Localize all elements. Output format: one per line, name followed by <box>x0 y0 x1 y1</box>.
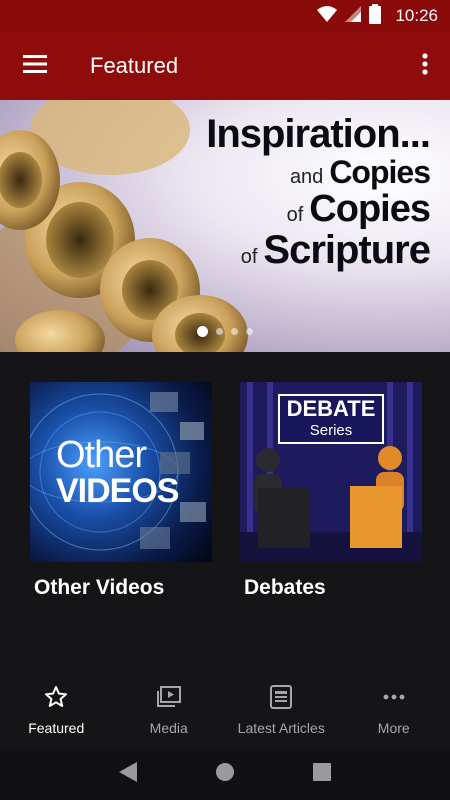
category-grid: Other VIDEOS Other Videos DEBATE Series … <box>30 382 430 600</box>
home-circle-icon <box>215 762 235 787</box>
star-icon <box>44 685 68 714</box>
other-videos-art-line2: VIDEOS <box>56 472 179 510</box>
card-label: Debates <box>244 576 326 599</box>
recents-square-icon <box>312 762 331 786</box>
carousel-dot[interactable] <box>216 328 223 335</box>
carousel-dot[interactable] <box>246 328 253 335</box>
cell-signal-icon <box>345 5 362 27</box>
carousel-indicator <box>0 326 450 337</box>
articles-icon <box>270 684 293 714</box>
nav-label: Latest Articles <box>237 719 325 736</box>
system-home-button[interactable] <box>205 754 245 794</box>
status-time: 10:26 <box>395 6 438 25</box>
bottom-navigation: Featured Media Latest Articles More <box>0 672 450 748</box>
category-card-other-videos[interactable]: Other VIDEOS Other Videos <box>30 382 212 600</box>
wifi-icon <box>317 5 338 27</box>
system-back-button[interactable] <box>108 754 148 794</box>
system-navigation-bar <box>0 748 450 800</box>
hero-line-1: Inspiration... <box>206 112 431 156</box>
nav-item-featured[interactable]: Featured <box>0 672 113 748</box>
menu-button[interactable] <box>0 32 70 100</box>
system-recents-button[interactable] <box>302 754 342 794</box>
category-card-debates[interactable]: DEBATE Series Debates <box>240 382 422 600</box>
nav-item-latest-articles[interactable]: Latest Articles <box>225 672 338 748</box>
other-videos-art-line1: Other <box>56 434 147 476</box>
hero-title: Inspiration... and Copies of Copies of S… <box>206 112 431 272</box>
more-vertical-icon <box>422 52 428 80</box>
featured-carousel[interactable]: Inspiration... and Copies of Copies of S… <box>0 100 450 352</box>
debates-thumbnail: DEBATE Series <box>240 382 422 562</box>
hamburger-menu-icon <box>23 54 47 78</box>
hero-big-word: Scripture <box>263 228 431 272</box>
hero-big-word: Copies <box>309 188 431 230</box>
hero-big-word: Copies <box>329 154 431 190</box>
carousel-dot[interactable] <box>231 328 238 335</box>
nav-item-more[interactable]: More <box>338 672 450 748</box>
nav-label: Media <box>149 719 188 736</box>
nav-label: Featured <box>28 719 85 736</box>
status-bar: 10:26 <box>0 0 450 32</box>
back-triangle-icon <box>119 761 138 787</box>
page-title: Featured <box>90 53 179 78</box>
media-icon <box>156 685 182 714</box>
carousel-dot[interactable] <box>197 326 208 337</box>
other-videos-thumbnail: Other VIDEOS <box>30 382 212 562</box>
battery-icon <box>369 3 382 29</box>
debate-art-subtitle: Series <box>309 422 353 439</box>
hero-small-word: of <box>286 204 304 226</box>
nav-label: More <box>377 719 410 736</box>
nav-item-media[interactable]: Media <box>113 672 226 748</box>
hero-small-word: of <box>240 246 258 268</box>
overflow-menu-button[interactable] <box>400 32 450 100</box>
more-horizontal-icon <box>382 685 406 714</box>
card-label: Other Videos <box>34 576 165 599</box>
app-bar: Featured <box>0 32 450 100</box>
debate-series-logo: DEBATE Series <box>278 394 384 444</box>
debate-art-title: DEBATE <box>286 396 376 421</box>
hero-small-word: and <box>289 166 324 188</box>
